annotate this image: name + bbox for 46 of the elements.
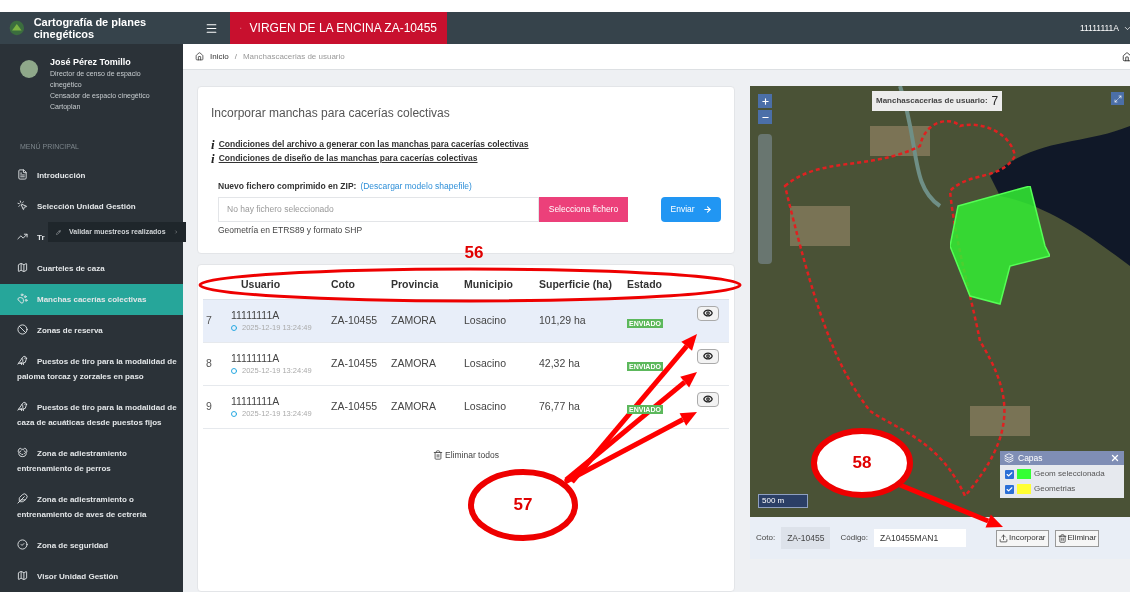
callout-number: 56 <box>464 243 484 263</box>
table-cell-text: ZA-10455 <box>331 313 379 329</box>
counter-value: 7 <box>991 93 999 110</box>
user-id: 11111111A <box>231 351 281 365</box>
table-cell-text: 42,32 ha <box>539 356 581 372</box>
callout-number: 58 <box>852 453 872 473</box>
user-id: 11111111A <box>231 308 281 322</box>
column-header: Superficie (ha) <box>539 276 613 292</box>
layer-label: Geometrias <box>1034 483 1076 495</box>
column-header: Coto <box>331 276 356 292</box>
table-cell-text: Losacino <box>464 399 508 415</box>
row-number: 8 <box>205 356 213 372</box>
table-cell-text: 101,29 ha <box>539 313 587 329</box>
coto-field: ZA-10455 <box>781 526 831 550</box>
user-id: 11111111A <box>231 394 281 408</box>
breadcrumb-separator: / <box>234 50 237 63</box>
row-number: 9 <box>205 399 213 415</box>
table-cell-text: Losacino <box>464 356 508 372</box>
row-number: 7 <box>205 313 213 329</box>
app-title: Cartografía de planes cinegéticos <box>33 15 148 40</box>
table-cell-text: ZAMORA <box>391 313 437 329</box>
counter-label: Manchascacerias de usuario: <box>876 95 988 107</box>
column-header: Provincia <box>391 276 440 292</box>
info-mark: i <box>211 137 215 151</box>
layer-label: Geom seleccionada <box>1034 468 1105 480</box>
column-header: Estado <box>627 276 663 292</box>
user-name: José Pérez Tomillo <box>50 55 132 68</box>
file-label: Nuevo fichero comprimido en ZIP: <box>218 180 357 193</box>
coto-title: VIRGEN DE LA ENCINA ZA-10455 <box>249 20 437 37</box>
breadcrumb-current: Manchascacerias de usuario <box>242 50 345 63</box>
coto-label: Coto: <box>756 532 776 544</box>
callout-number: 57 <box>513 495 533 515</box>
info-mark: i <box>211 151 215 165</box>
table-cell-text: ZAMORA <box>391 356 437 372</box>
column-header: Municipio <box>464 276 514 292</box>
table-cell-text: ZAMORA <box>391 399 437 415</box>
table-cell-text: 76,77 ha <box>539 399 581 415</box>
codigo-label: Código: <box>840 532 869 544</box>
card-title: Incorporar manchas para cacerías colectivas <box>211 105 451 122</box>
table-cell-text: ZA-10455 <box>331 399 379 415</box>
layers-title: Capas <box>1018 451 1043 465</box>
hint-text: Geometría en ETRS89 y formato SHP <box>218 223 364 237</box>
table-cell-text: ZA-10455 <box>331 356 379 372</box>
scale-text: 500 m <box>762 495 785 507</box>
table-cell-text: Losacino <box>464 313 508 329</box>
column-header: Usuario <box>240 276 282 292</box>
